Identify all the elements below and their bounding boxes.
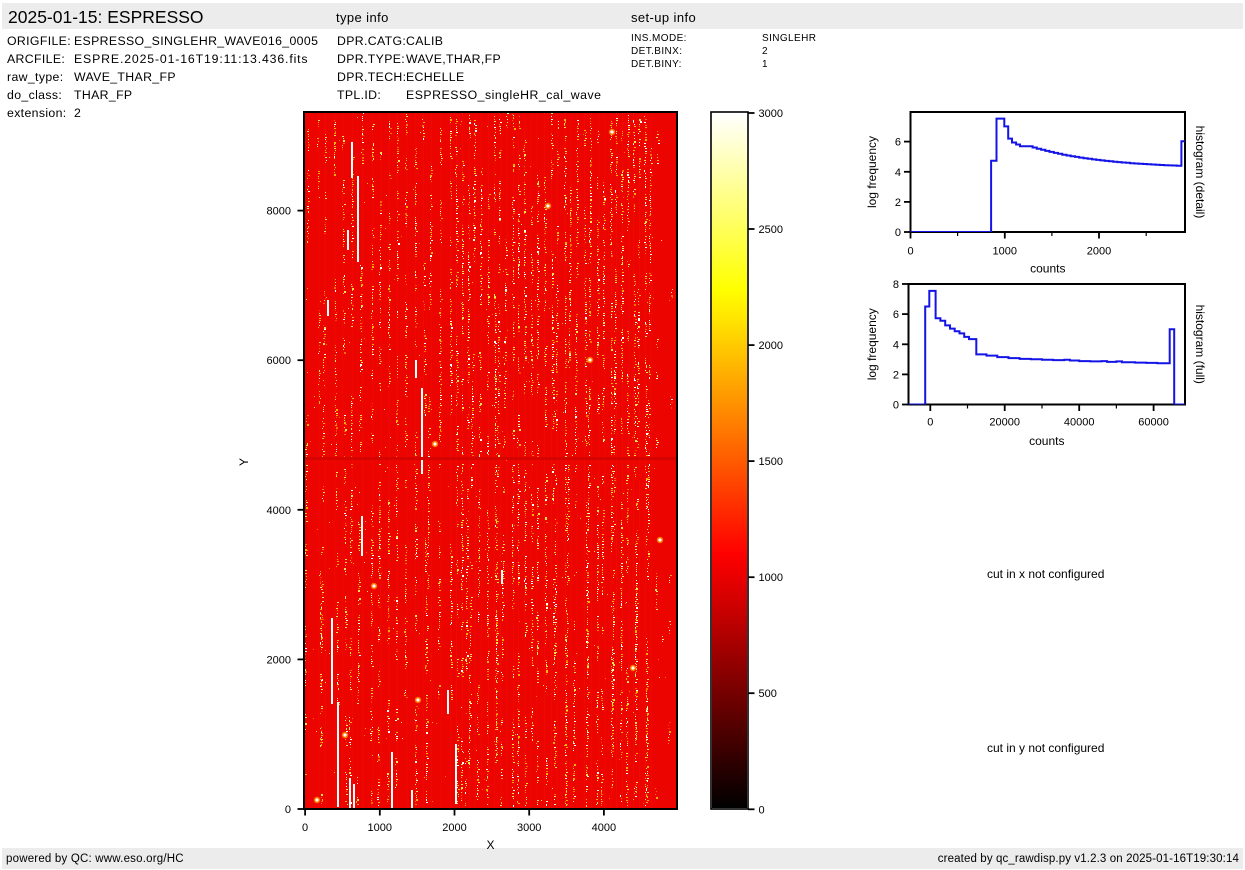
svg-text:counts: counts [1029, 434, 1064, 448]
svg-text:2: 2 [895, 197, 901, 209]
svg-text:4: 4 [893, 339, 899, 351]
svg-text:6: 6 [895, 137, 901, 149]
svg-text:40000: 40000 [1064, 417, 1095, 429]
svg-text:histogram (detail): histogram (detail) [1193, 126, 1207, 219]
svg-text:2: 2 [893, 369, 899, 381]
svg-text:Y: Y [237, 458, 251, 466]
svg-text:4: 4 [895, 167, 901, 179]
svg-text:2000: 2000 [442, 822, 466, 834]
svg-text:0: 0 [759, 804, 765, 816]
svg-text:0: 0 [895, 227, 901, 239]
svg-text:6: 6 [893, 309, 899, 321]
svg-text:0: 0 [907, 246, 913, 258]
svg-text:0: 0 [927, 417, 933, 429]
svg-text:2000: 2000 [267, 654, 291, 666]
svg-text:1500: 1500 [759, 456, 783, 468]
svg-text:4000: 4000 [592, 822, 616, 834]
svg-text:8000: 8000 [267, 206, 291, 218]
svg-text:log frequency: log frequency [865, 308, 879, 380]
svg-text:4000: 4000 [267, 505, 291, 517]
svg-text:0: 0 [302, 822, 308, 834]
svg-text:2000: 2000 [759, 340, 783, 352]
svg-text:2500: 2500 [759, 224, 783, 236]
svg-text:3000: 3000 [517, 822, 541, 834]
svg-text:1000: 1000 [993, 246, 1017, 258]
svg-text:counts: counts [1030, 262, 1065, 276]
svg-text:20000: 20000 [989, 417, 1020, 429]
svg-text:X: X [486, 838, 494, 852]
svg-text:3000: 3000 [759, 108, 783, 120]
svg-text:1000: 1000 [759, 572, 783, 584]
svg-text:60000: 60000 [1138, 417, 1169, 429]
svg-text:2000: 2000 [1087, 246, 1111, 258]
svg-text:0: 0 [893, 400, 899, 412]
svg-text:500: 500 [759, 688, 777, 700]
svg-text:8: 8 [893, 279, 899, 291]
svg-text:log frequency: log frequency [865, 136, 879, 208]
svg-text:6000: 6000 [267, 355, 291, 367]
svg-text:0: 0 [285, 804, 291, 816]
svg-text:histogram (full): histogram (full) [1193, 305, 1207, 384]
svg-text:1000: 1000 [368, 822, 392, 834]
